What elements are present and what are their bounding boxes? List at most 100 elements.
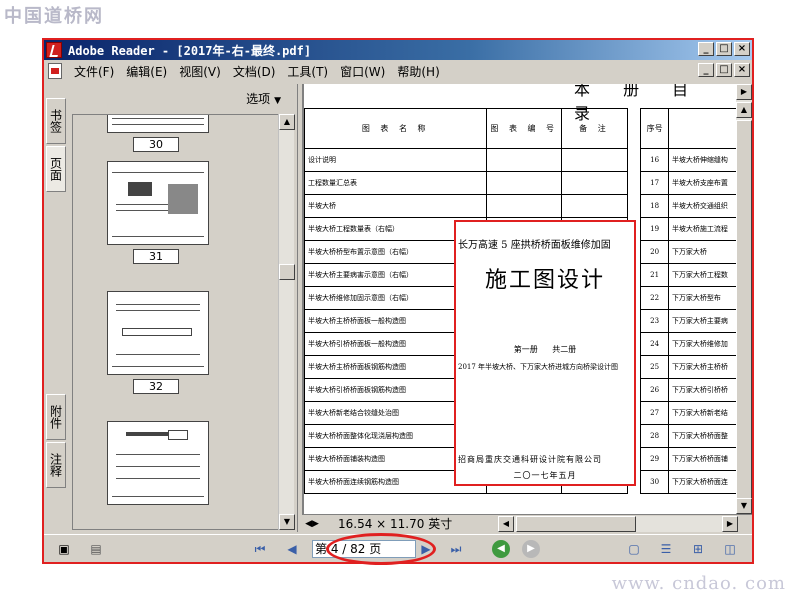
row-seq: 22	[640, 286, 669, 310]
doc-scroll-up-arrow-icon[interactable]: ▲	[736, 102, 752, 118]
watermark-url: www. cndao. com	[611, 573, 786, 594]
go-forward-icon[interactable]: ▶	[522, 540, 540, 558]
cover-project: 长万高速 5 座拱桥桥面板维修加固	[458, 240, 611, 251]
page-thumbnail[interactable]	[107, 161, 209, 245]
thumbnail-label[interactable]: 31	[133, 249, 179, 264]
doc-scroll-down-arrow-icon[interactable]: ▼	[736, 498, 752, 514]
monitor-icon[interactable]: ▣	[56, 541, 72, 557]
adobe-reader-window: Adobe Reader - [2017年-右-最终.pdf] _ □ × 文件…	[42, 38, 754, 565]
gap	[626, 171, 642, 195]
row-name-right: 下万家大桥桥面连	[667, 470, 736, 494]
menu-edit[interactable]: 编辑(E)	[120, 63, 173, 80]
scroll-thumb[interactable]	[279, 264, 295, 280]
row-seq: 18	[640, 194, 669, 218]
horizontal-bar: ◀▶ 16.54 × 11.70 英寸 ◀ ▶	[302, 514, 752, 532]
header-code: 图 表 编 号	[486, 108, 563, 149]
facing-view-icon[interactable]: ⊞	[690, 541, 706, 557]
menu-view[interactable]: 视图(V)	[173, 63, 227, 80]
row-seq: 20	[640, 240, 669, 264]
cover-date: 二〇一七年五月	[513, 471, 577, 480]
tab-comments[interactable]: 注释	[46, 442, 66, 488]
next-page-icon[interactable]: ▶	[418, 541, 434, 557]
tab-pages[interactable]: 页面	[46, 146, 66, 192]
row-name-right: 下万家大桥引桥桥	[667, 378, 736, 402]
doc-minimize-button[interactable]: _	[698, 63, 714, 77]
cover-title: 施工图设计	[484, 268, 605, 293]
pdf-page: 本 册 目 录 图 表 名 称 图 表 编 号 备 注 序号 设计说明 16 半坡大…	[303, 84, 736, 514]
close-button[interactable]: ×	[734, 42, 750, 56]
row-seq: 19	[640, 217, 669, 241]
row-seq: 21	[640, 263, 669, 287]
row-name-right: 下万家大桥维修加	[667, 332, 736, 356]
continuous-facing-view-icon[interactable]: ◫	[722, 541, 738, 557]
doc-restore-button[interactable]: □	[716, 63, 732, 77]
restore-button[interactable]: □	[716, 42, 732, 56]
page-thumbnail[interactable]	[107, 291, 209, 375]
document-icon[interactable]	[48, 63, 62, 79]
previous-page-icon[interactable]: ◀	[284, 541, 300, 557]
doc-close-button[interactable]: ×	[734, 63, 750, 77]
page-thumbnail[interactable]	[107, 115, 209, 133]
navigation-tabs-strip: 书签 页面 附件 注释	[44, 84, 68, 532]
tab-attachments[interactable]: 附件	[46, 394, 66, 440]
header-name: 图 表 名 称	[303, 108, 488, 149]
row-name-right: 下万家大桥	[667, 240, 736, 264]
row-name: 半坡大桥	[303, 194, 488, 218]
thumbnail-label[interactable]: 30	[133, 137, 179, 152]
row-name-right: 下万家大桥新老结	[667, 401, 736, 425]
scroll-up-arrow-icon[interactable]: ▲	[279, 114, 295, 130]
page-thumbnail[interactable]	[107, 421, 209, 505]
single-page-view-icon[interactable]: ▢	[626, 541, 642, 557]
doc-scroll-thumb[interactable]	[736, 120, 752, 500]
continuous-view-icon[interactable]: ☰	[658, 541, 674, 557]
minimize-button[interactable]: _	[698, 42, 714, 56]
horizontal-scrollbar[interactable]: ◀ ▶	[498, 516, 738, 532]
row-name-right: 下万家大桥桥面整	[667, 424, 736, 448]
document-scrollbar[interactable]: ▶ ▲ ▼	[736, 84, 752, 514]
status-bar: ▣ ▤ ⏮ ◀ 第 4 / 82 页 ▶ ⏭ ◀ ▶ ▢ ☰ ⊞ ◫	[44, 533, 752, 565]
row-note	[561, 148, 628, 172]
document-options-icon[interactable]: ▤	[88, 541, 104, 557]
menu-tools[interactable]: 工具(T)	[281, 63, 334, 80]
gap	[626, 194, 642, 218]
cover-page-overlay: 长万高速 5 座拱桥桥面板维修加固 施工图设计 第一册 共二册 2017 年半坡…	[454, 220, 636, 486]
scroll-down-arrow-icon[interactable]: ▼	[279, 514, 295, 530]
title-bar: Adobe Reader - [2017年-右-最终.pdf] _ □ ×	[44, 40, 752, 60]
watermark-logo: 中国道桥网	[4, 6, 104, 27]
dropdown-arrow-icon: ▼	[274, 96, 281, 106]
tab-bookmarks[interactable]: 书签	[46, 98, 66, 144]
menu-window[interactable]: 窗口(W)	[334, 63, 391, 80]
header-seq: 序号	[640, 108, 669, 149]
scroll-left-arrow-icon[interactable]: ◀	[498, 516, 514, 532]
thumbnail-scrollbar[interactable]: ▲ ▼	[278, 114, 295, 530]
row-code	[486, 171, 563, 195]
go-back-icon[interactable]: ◀	[492, 540, 510, 558]
menu-bar: 文件(F) 编辑(E) 视图(V) 文档(D) 工具(T) 窗口(W) 帮助(H…	[44, 60, 752, 82]
row-name-right: 半坡大桥交通组织	[667, 194, 736, 218]
window-title: Adobe Reader - [2017年-右-最终.pdf]	[68, 43, 312, 58]
h-scroll-thumb[interactable]	[516, 516, 636, 532]
row-name-right: 半坡大桥伸缩缝构	[667, 148, 736, 172]
menu-help[interactable]: 帮助(H)	[391, 63, 445, 80]
menu-document[interactable]: 文档(D)	[227, 63, 282, 80]
scroll-right-arrow-icon[interactable]: ▶	[722, 516, 738, 532]
split-view-icon[interactable]: ◀▶	[304, 517, 320, 531]
last-page-icon[interactable]: ⏭	[448, 541, 464, 557]
row-name: 设计说明	[303, 148, 488, 172]
thumbnail-list[interactable]: 30 31 32	[72, 114, 278, 530]
row-seq: 30	[640, 470, 669, 494]
row-note	[561, 171, 628, 195]
row-name: 工程数量汇总表	[303, 171, 488, 195]
row-name-right: 下万家大桥工程数	[667, 263, 736, 287]
pages-panel: 选项 ▼ 30 31 32 ▲ ▼	[68, 84, 298, 532]
thumbnail-label[interactable]: 32	[133, 379, 179, 394]
row-name-right: 下万家大桥主要病	[667, 309, 736, 333]
page-size-label: 16.54 × 11.70 英寸	[338, 517, 453, 531]
doc-scroll-right-arrow-icon[interactable]: ▶	[736, 84, 752, 100]
options-menu[interactable]: 选项 ▼	[246, 90, 281, 107]
row-seq: 27	[640, 401, 669, 425]
first-page-icon[interactable]: ⏮	[252, 541, 268, 557]
row-seq: 17	[640, 171, 669, 195]
header-note: 备 注	[561, 108, 628, 149]
menu-file[interactable]: 文件(F)	[68, 63, 120, 80]
